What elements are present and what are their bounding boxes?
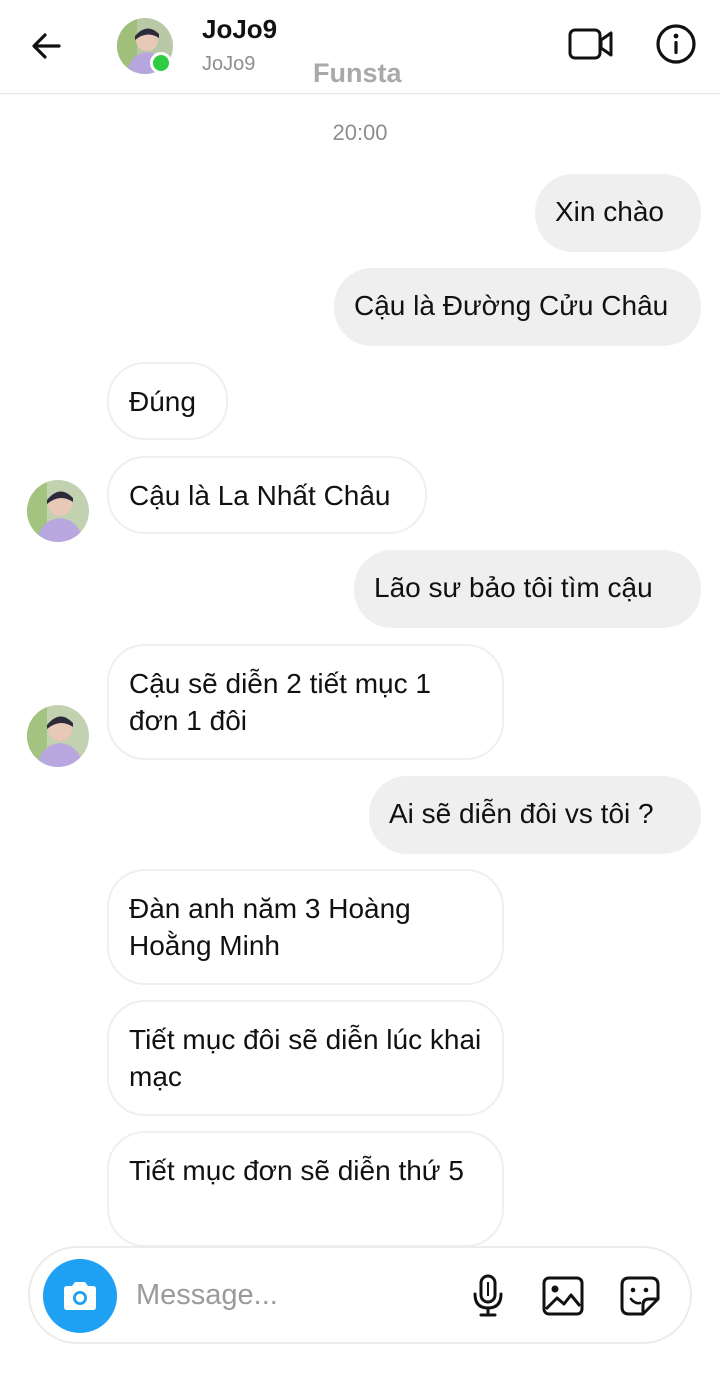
microphone-icon: [473, 1274, 503, 1317]
message-bubble-incoming[interactable]: Cậu sẽ diễn 2 tiết mục 1 đơn 1 đôi: [107, 644, 504, 760]
message-input[interactable]: [136, 1272, 446, 1318]
message-bubble-incoming[interactable]: Tiết mục đôi sẽ diễn lúc khai mạc: [107, 1000, 504, 1116]
message-bubble-incoming[interactable]: Đàn anh năm 3 Hoàng Hoằng Minh: [107, 869, 504, 985]
sender-avatar[interactable]: [27, 480, 89, 542]
camera-button[interactable]: [43, 1259, 117, 1333]
message-bubble-incoming[interactable]: Tiết mục đơn sẽ diễn thứ 5: [107, 1131, 504, 1247]
info-icon: [656, 24, 696, 64]
sender-avatar[interactable]: [27, 705, 89, 767]
contact-username: JoJo9: [202, 53, 256, 75]
watermark-label: Funsta: [313, 58, 402, 88]
camera-icon: [64, 1282, 96, 1310]
message-timestamp: 20:00: [332, 120, 388, 145]
gallery-button[interactable]: [540, 1272, 586, 1320]
message-bubble-incoming[interactable]: Cậu là La Nhất Châu: [107, 456, 427, 534]
gallery-icon: [542, 1276, 584, 1316]
video-call-button[interactable]: [566, 22, 616, 66]
message-bubble-outgoing[interactable]: Ai sẽ diễn đôi vs tôi ?: [369, 776, 701, 854]
back-arrow-icon: [32, 33, 61, 59]
info-button[interactable]: [654, 22, 698, 66]
sticker-icon: [620, 1276, 660, 1316]
sticker-button[interactable]: [617, 1272, 663, 1320]
message-composer: [28, 1246, 692, 1344]
online-status-dot: [150, 52, 172, 74]
message-bubble-outgoing[interactable]: Cậu là Đường Cửu Châu: [334, 268, 701, 346]
contact-name[interactable]: JoJo9: [202, 14, 277, 45]
message-bubble-outgoing[interactable]: Lão sư bảo tôi tìm cậu: [354, 550, 701, 628]
message-bubble-outgoing[interactable]: Xin chào: [535, 174, 701, 252]
chat-header: JoJo9 JoJo9 Funsta: [0, 0, 720, 94]
message-bubble-incoming[interactable]: Đúng: [107, 362, 228, 440]
back-button[interactable]: [26, 26, 66, 66]
voice-message-button[interactable]: [466, 1272, 510, 1320]
video-call-icon: [568, 28, 613, 60]
